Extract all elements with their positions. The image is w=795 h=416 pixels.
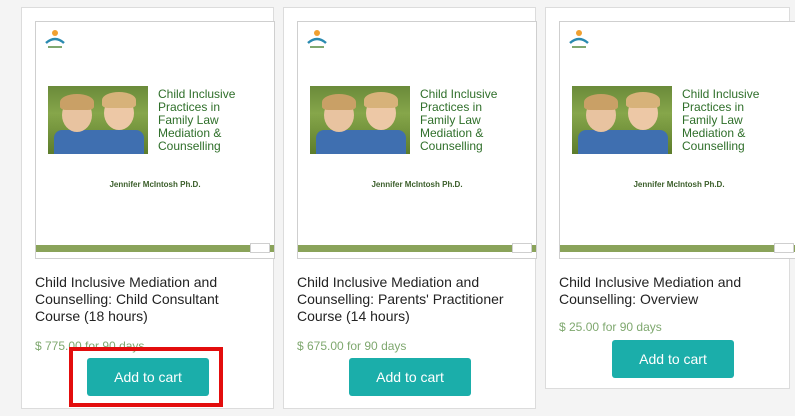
children-photo (572, 86, 672, 154)
slide-author: Jennifer McIntosh Ph.D. (371, 180, 463, 189)
add-to-cart-button[interactable]: Add to cart (612, 340, 734, 378)
product-thumbnail[interactable]: Child Inclusive Practices in Family Law Med… (35, 21, 275, 259)
product-name[interactable]: Child Inclusive Mediation and Counsellin… (297, 274, 527, 325)
product-thumbnail[interactable]: Child Inclusive Practices in Family Law Med… (559, 21, 795, 259)
product-thumbnail[interactable]: Child Inclusive Practices in Family Law Med… (297, 21, 537, 259)
slide-title: Child Inclusive Practices in Family Law Med… (420, 87, 498, 153)
children-photo (310, 86, 410, 154)
highlight-box (69, 347, 223, 407)
org-logo-icon (45, 30, 65, 48)
slide-footer-bar (36, 243, 274, 253)
slide-title: Child Inclusive Practices in Family Law Med… (158, 87, 236, 153)
slide-title: Child Inclusive Practices in Family Law Med… (682, 87, 760, 153)
slide-author: Jennifer McIntosh Ph.D. (633, 180, 725, 189)
product-name[interactable]: Child Inclusive Mediation and Counsellin… (35, 274, 265, 325)
slide-footer-bar (298, 243, 536, 253)
product-card: Child Inclusive Practices in Family Law Med… (283, 7, 537, 409)
org-logo-icon (569, 30, 589, 48)
product-price: $ 25.00 for 90 days (559, 320, 662, 334)
children-photo (48, 86, 148, 154)
slide-author: Jennifer McIntosh Ph.D. (109, 180, 201, 189)
product-name[interactable]: Child Inclusive Mediation and Counsellin… (559, 274, 789, 308)
add-to-cart-button[interactable]: Add to cart (349, 358, 471, 396)
org-logo-icon (307, 30, 327, 48)
product-card: Child Inclusive Practices in Family Law Med… (545, 7, 795, 389)
slide-footer-bar (560, 243, 795, 253)
product-price: $ 675.00 for 90 days (297, 339, 407, 353)
